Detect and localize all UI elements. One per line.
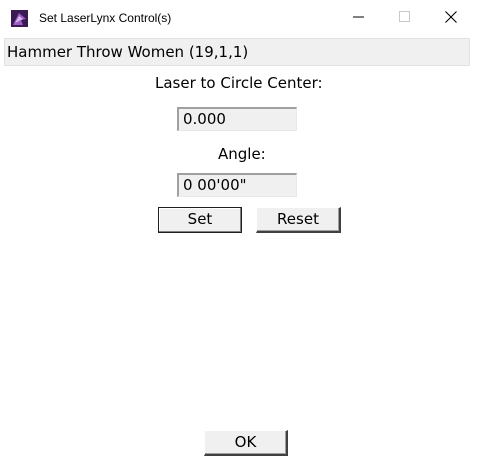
window-title: Set LaserLynx Control(s) [39, 11, 172, 25]
event-name: Hammer Throw Women (19,1,1) [7, 43, 249, 61]
angle-field[interactable]: 0 00'00" [177, 173, 297, 197]
event-header: Hammer Throw Women (19,1,1) [4, 38, 470, 66]
dialog-window: Set LaserLynx Control(s) Hammer Throw Wo… [0, 0, 478, 462]
reset-button[interactable]: Reset [256, 207, 341, 233]
maximize-icon [399, 10, 411, 28]
laserlynx-app-icon [11, 10, 28, 27]
laser-distance-field[interactable]: 0.000 [177, 107, 297, 131]
angle-label: Angle: [218, 145, 266, 163]
close-button[interactable] [428, 0, 474, 38]
minimize-button[interactable] [336, 0, 382, 38]
title-bar[interactable]: Set LaserLynx Control(s) [0, 0, 478, 38]
minimize-icon [353, 10, 365, 28]
laser-distance-label: Laser to Circle Center: [155, 74, 323, 92]
set-button[interactable]: Set [158, 207, 242, 233]
close-icon [445, 10, 457, 28]
ok-button[interactable]: OK [204, 430, 288, 456]
maximize-button[interactable] [382, 0, 428, 38]
